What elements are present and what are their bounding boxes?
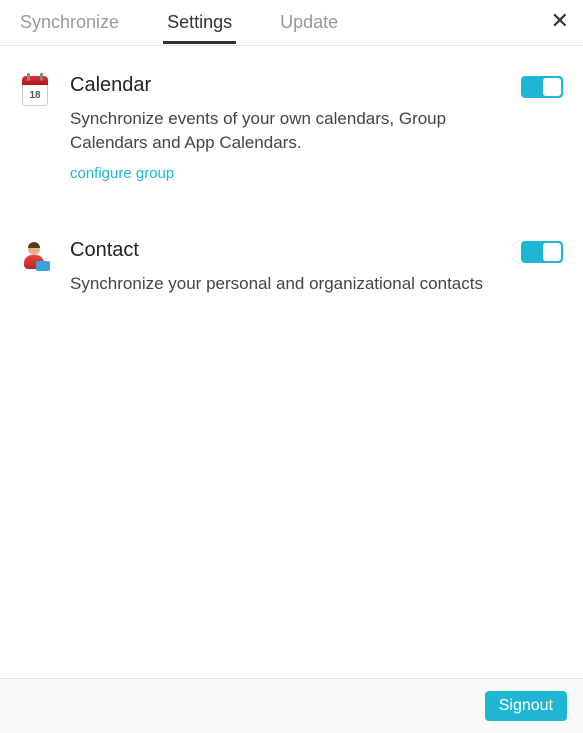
tabs: Synchronize Settings Update [10,2,342,44]
contact-toggle[interactable] [521,241,563,263]
calendar-toggle[interactable] [521,76,563,98]
calendar-title: Calendar [70,74,511,97]
tab-update[interactable]: Update [276,2,342,44]
close-icon[interactable]: ✕ [551,10,569,32]
contact-icon [20,241,56,271]
footer: Signout [0,678,583,733]
section-calendar-body: Calendar Synchronize events of your own … [70,74,521,183]
section-contact: Contact Synchronize your personal and or… [20,239,563,296]
tab-settings[interactable]: Settings [163,2,236,44]
signout-button[interactable]: Signout [485,691,567,721]
contact-desc: Synchronize your personal and organizati… [70,272,511,296]
contact-title: Contact [70,239,511,262]
section-calendar: 18 Calendar Synchronize events of your o… [20,74,563,183]
header: Synchronize Settings Update ✕ [0,0,583,46]
calendar-icon: 18 [20,76,56,106]
tab-synchronize[interactable]: Synchronize [16,2,123,44]
configure-group-link[interactable]: configure group [70,165,174,182]
calendar-icon-day: 18 [22,85,48,106]
section-contact-body: Contact Synchronize your personal and or… [70,239,521,296]
content: 18 Calendar Synchronize events of your o… [0,46,583,678]
calendar-desc: Synchronize events of your own calendars… [70,107,511,155]
